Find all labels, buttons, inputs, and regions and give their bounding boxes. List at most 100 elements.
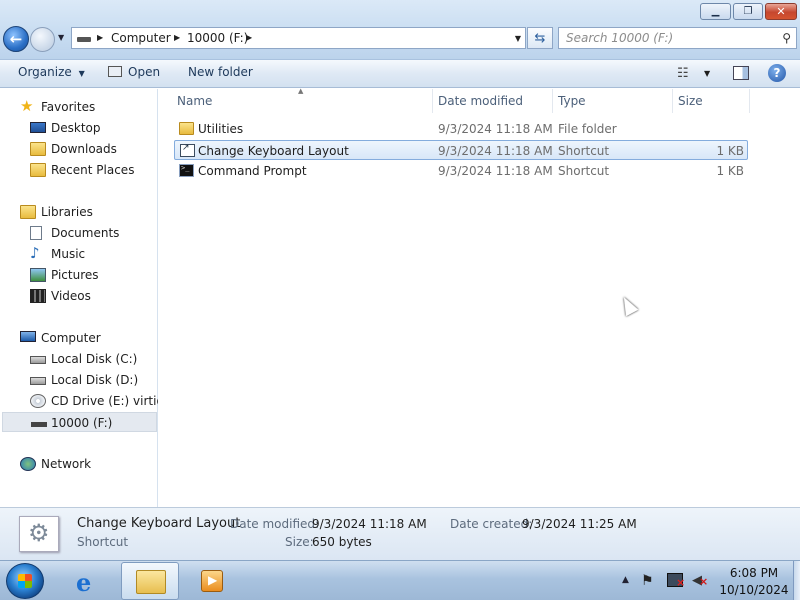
address-bar[interactable]: ▶ Computer ▶ 10000 (F:) ▶ ▼ <box>71 27 526 49</box>
downloads-folder-icon <box>30 142 46 156</box>
recent-pages-dropdown-icon[interactable]: ▼ <box>58 33 64 42</box>
nav-item-recent-places[interactable]: Recent Places <box>0 160 158 180</box>
network-disconnected-icon[interactable] <box>667 573 685 589</box>
breadcrumb-arrow-icon[interactable]: ▶ <box>246 33 252 42</box>
sort-indicator-icon: ▲ <box>298 87 304 95</box>
nav-computer[interactable]: Computer <box>0 328 158 348</box>
shortcut-icon <box>180 143 195 157</box>
nav-item-pictures[interactable]: Pictures <box>0 265 158 285</box>
clock-time[interactable]: 6:08 PM <box>718 566 790 580</box>
nav-favorites-label: Favorites <box>41 100 96 114</box>
column-divider[interactable] <box>672 89 673 113</box>
nav-computer-label: Computer <box>41 331 101 345</box>
nav-item-label: Pictures <box>51 268 99 282</box>
nav-item-music[interactable]: ♪ Music <box>0 244 158 264</box>
documents-icon <box>30 226 42 240</box>
navigation-pane: ★ Favorites Desktop Downloads Recent Pla… <box>0 89 158 507</box>
breadcrumb-arrow-icon[interactable]: ▶ <box>97 33 103 42</box>
shortcut-thumbnail-icon <box>19 516 59 552</box>
details-size-label: Size: <box>285 535 314 549</box>
nav-item-drive-f[interactable]: 10000 (F:) <box>2 412 157 432</box>
show-desktop-button[interactable] <box>793 561 800 600</box>
taskbar-windows-explorer[interactable] <box>121 562 179 600</box>
taskbar-media-player[interactable] <box>183 562 241 600</box>
nav-item-label: Desktop <box>51 121 101 135</box>
view-dropdown-icon[interactable]: ▼ <box>704 69 710 78</box>
column-divider[interactable] <box>749 89 750 113</box>
refresh-icon: ⇆ <box>534 30 546 46</box>
nav-item-label: Local Disk (D:) <box>51 373 139 387</box>
search-placeholder: Search 10000 (F:) <box>566 31 674 45</box>
column-header-name[interactable]: Name <box>177 94 212 108</box>
nav-item-label: Downloads <box>51 142 117 156</box>
clock-date[interactable]: 10/10/2024 <box>716 583 792 597</box>
details-date-created-value: 9/3/2024 11:25 AM <box>522 517 637 531</box>
breadcrumb-drive-f[interactable]: 10000 (F:) <box>187 31 248 45</box>
nav-network[interactable]: Network <box>0 454 158 474</box>
nav-libraries[interactable]: Libraries <box>0 202 158 222</box>
file-row[interactable]: Utilities 9/3/2024 11:18 AM File folder <box>174 119 748 139</box>
local-disk-icon <box>30 377 46 385</box>
close-button[interactable]: ✕ <box>765 3 797 20</box>
restore-button[interactable]: ❐ <box>733 3 763 20</box>
nav-item-downloads[interactable]: Downloads <box>0 139 158 159</box>
nav-item-desktop[interactable]: Desktop <box>0 118 158 138</box>
action-center-flag-icon[interactable]: ⚑ <box>641 573 654 589</box>
start-button[interactable] <box>6 563 44 599</box>
close-icon: ✕ <box>776 5 786 18</box>
back-button[interactable]: ← <box>3 26 29 52</box>
change-view-icon[interactable]: ☷ <box>677 66 689 81</box>
address-dropdown-icon[interactable]: ▼ <box>515 34 521 43</box>
taskbar-internet-explorer[interactable]: e <box>62 562 120 600</box>
nav-item-local-disk-d[interactable]: Local Disk (D:) <box>0 370 158 390</box>
file-row-selected[interactable]: Change Keyboard Layout 9/3/2024 11:18 AM… <box>174 140 748 160</box>
forward-button[interactable] <box>30 27 55 52</box>
column-header-size[interactable]: Size <box>678 94 703 108</box>
column-divider[interactable] <box>552 89 553 113</box>
command-bar: Organize ▼ Open New folder ☷ ▼ ? <box>0 60 800 88</box>
refresh-button[interactable]: ⇆ <box>527 27 553 49</box>
new-folder-button[interactable]: New folder <box>188 65 253 83</box>
recent-places-icon <box>30 163 46 177</box>
file-date-modified: 9/3/2024 11:18 AM <box>438 122 553 136</box>
breadcrumb-arrow-icon[interactable]: ▶ <box>174 33 180 42</box>
search-icon[interactable]: ⚲ <box>782 31 791 45</box>
volume-muted-icon[interactable]: ◀ <box>692 573 708 588</box>
file-date-modified: 9/3/2024 11:18 AM <box>438 144 553 158</box>
open-button[interactable]: Open <box>108 65 160 83</box>
title-bar: ▁ ❐ ✕ ← ▼ ▶ Computer ▶ 10000 (F:) ▶ ▼ ⇆ … <box>0 0 800 60</box>
nav-item-videos[interactable]: Videos <box>0 286 158 306</box>
file-name: Utilities <box>198 122 244 136</box>
preview-pane-icon[interactable] <box>733 66 749 80</box>
nav-item-documents[interactable]: Documents <box>0 223 158 243</box>
nav-item-local-disk-c[interactable]: Local Disk (C:) <box>0 349 158 369</box>
details-pane: Change Keyboard Layout Shortcut Date mod… <box>0 507 800 560</box>
breadcrumb-computer[interactable]: Computer <box>111 31 171 45</box>
column-divider[interactable] <box>432 89 433 113</box>
details-file-type: Shortcut <box>77 535 129 549</box>
music-icon: ♪ <box>30 244 40 262</box>
nav-item-label: Local Disk (C:) <box>51 352 138 366</box>
file-name: Change Keyboard Layout <box>198 144 349 158</box>
folder-icon <box>179 122 194 135</box>
column-header-date-modified[interactable]: Date modified <box>438 94 523 108</box>
new-folder-label: New folder <box>188 65 253 79</box>
organize-label: Organize <box>18 65 72 79</box>
open-icon <box>108 66 122 77</box>
nav-item-label: 10000 (F:) <box>51 416 113 430</box>
cd-drive-icon <box>30 394 46 408</box>
videos-icon <box>30 289 46 303</box>
file-type: Shortcut <box>558 144 610 158</box>
command-prompt-icon <box>179 164 194 177</box>
organize-menu-button[interactable]: Organize ▼ <box>18 65 85 83</box>
nav-item-label: Recent Places <box>51 163 135 177</box>
file-row[interactable]: Command Prompt 9/3/2024 11:18 AM Shortcu… <box>174 161 748 181</box>
help-icon[interactable]: ? <box>768 64 786 82</box>
nav-item-cd-drive-e[interactable]: CD Drive (E:) virtio-w <box>0 391 158 411</box>
minimize-button[interactable]: ▁ <box>700 3 731 20</box>
nav-favorites[interactable]: ★ Favorites <box>0 97 158 117</box>
column-header-type[interactable]: Type <box>558 94 586 108</box>
search-input[interactable]: Search 10000 (F:) ⚲ <box>558 27 797 49</box>
star-icon: ★ <box>20 97 34 115</box>
show-hidden-icons-icon[interactable]: ▲ <box>622 575 629 585</box>
